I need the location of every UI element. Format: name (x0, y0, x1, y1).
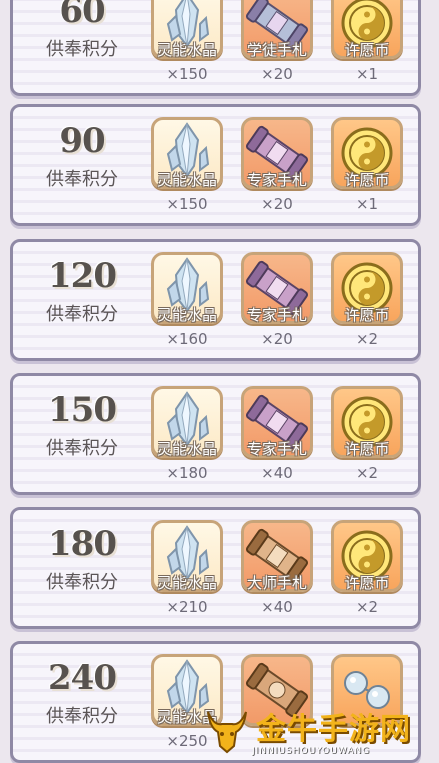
reward-name: 许愿币 (344, 171, 390, 189)
points-label: 供奉积分 (46, 169, 118, 190)
points-value: 180 (48, 524, 117, 564)
reward-crystal[interactable]: 灵能水晶 ×150 (151, 117, 227, 219)
reward-coin[interactable]: 许愿币 ×2 (331, 386, 407, 488)
reward-scroll[interactable]: 专家手札 ×20 (241, 252, 317, 354)
reward-name: 许愿币 (344, 440, 390, 458)
reward-coin[interactable]: 许愿币 ×2 (331, 252, 407, 354)
points-box: 60 供奉积分 (27, 0, 137, 83)
reward-quantity: ×180 (166, 464, 208, 482)
reward-tier-180: 180 供奉积分 灵能水晶 ×210 大师手札 ×40 许愿币 ×2 (10, 507, 421, 629)
reward-quantity: ×2 (355, 330, 379, 348)
reward-name: 许愿币 (344, 306, 390, 324)
reward-coin[interactable]: 许愿币 ×1 (331, 0, 407, 89)
reward-name: 许愿币 (344, 41, 390, 59)
reward-coin[interactable]: 许愿币 ×1 (331, 117, 407, 219)
reward-quantity: ×1 (355, 65, 379, 83)
reward-name: 专家手札 (246, 440, 307, 458)
reward-tier-120: 120 供奉积分 灵能水晶 ×160 专家手札 ×20 许愿币 ×2 (10, 239, 421, 361)
reward-scroll[interactable]: 专家手札 ×40 (241, 386, 317, 488)
reward-name: 灵能水晶 (156, 574, 217, 592)
reward-name: 大师手札 (246, 574, 307, 592)
points-value: 90 (59, 121, 105, 161)
points-box: 120 供奉积分 (27, 252, 137, 348)
points-value: 120 (48, 256, 117, 296)
reward-crystal[interactable]: 灵能水晶 ×150 (151, 0, 227, 89)
reward-name: 灵能水晶 (156, 171, 217, 189)
reward-crystal[interactable]: 灵能水晶 ×210 (151, 520, 227, 622)
points-label: 供奉积分 (46, 706, 118, 727)
reward-name: 许愿币 (344, 574, 390, 592)
points-box: 90 供奉积分 (27, 117, 137, 213)
reward-quantity: ×20 (261, 65, 293, 83)
reward-quantity: ×2 (355, 598, 379, 616)
reward-name: 灵能水晶 (156, 440, 217, 458)
points-box: 180 供奉积分 (27, 520, 137, 616)
points-value: 60 (59, 0, 105, 31)
points-label: 供奉积分 (46, 438, 118, 459)
reward-quantity: ×160 (166, 330, 208, 348)
points-box: 240 供奉积分 (27, 654, 137, 750)
reward-scroll[interactable]: 专家手札 ×20 (241, 117, 317, 219)
reward-name: 专家手札 (246, 171, 307, 189)
reward-quantity: ×40 (261, 598, 293, 616)
points-label: 供奉积分 (46, 572, 118, 593)
reward-quantity: ×20 (261, 195, 293, 213)
reward-name: 专家手札 (246, 306, 307, 324)
reward-quantity: ×150 (166, 65, 208, 83)
reward-scroll[interactable]: 大师手札 ×40 (241, 520, 317, 622)
points-label: 供奉积分 (46, 304, 118, 325)
reward-tier-90: 90 供奉积分 灵能水晶 ×150 专家手札 ×20 许愿币 ×1 (10, 104, 421, 226)
reward-name: 灵能水晶 (156, 41, 217, 59)
points-value: 150 (48, 390, 117, 430)
reward-tier-150: 150 供奉积分 灵能水晶 ×180 专家手札 ×40 许愿币 ×2 (10, 373, 421, 495)
reward-quantity: ×150 (166, 195, 208, 213)
points-label: 供奉积分 (46, 39, 118, 60)
watermark-title: 金牛手游网 (256, 712, 411, 747)
reward-crystal[interactable]: 灵能水晶 ×180 (151, 386, 227, 488)
reward-crystal[interactable]: 灵能水晶 ×160 (151, 252, 227, 354)
reward-name: 灵能水晶 (156, 306, 217, 324)
bull-logo-icon (207, 711, 247, 754)
reward-name: 学徒手札 (246, 41, 307, 59)
reward-quantity: ×40 (261, 464, 293, 482)
reward-quantity: ×210 (166, 598, 208, 616)
reward-scroll[interactable]: 学徒手札 ×20 (241, 0, 317, 89)
watermark-subtitle: JINNIUSHOUYOUWANG (252, 746, 371, 756)
reward-coin[interactable]: 许愿币 ×2 (331, 520, 407, 622)
reward-quantity: ×1 (355, 195, 379, 213)
points-value: 240 (48, 658, 117, 698)
watermark: 金牛手游网 JINNIUSHOUYOUWANG (200, 700, 430, 760)
reward-quantity: ×2 (355, 464, 379, 482)
points-box: 150 供奉积分 (27, 386, 137, 482)
reward-tier-60: 60 供奉积分 灵能水晶 ×150 学徒手札 ×20 许愿币 ×1 (10, 0, 421, 96)
reward-quantity: ×20 (261, 330, 293, 348)
